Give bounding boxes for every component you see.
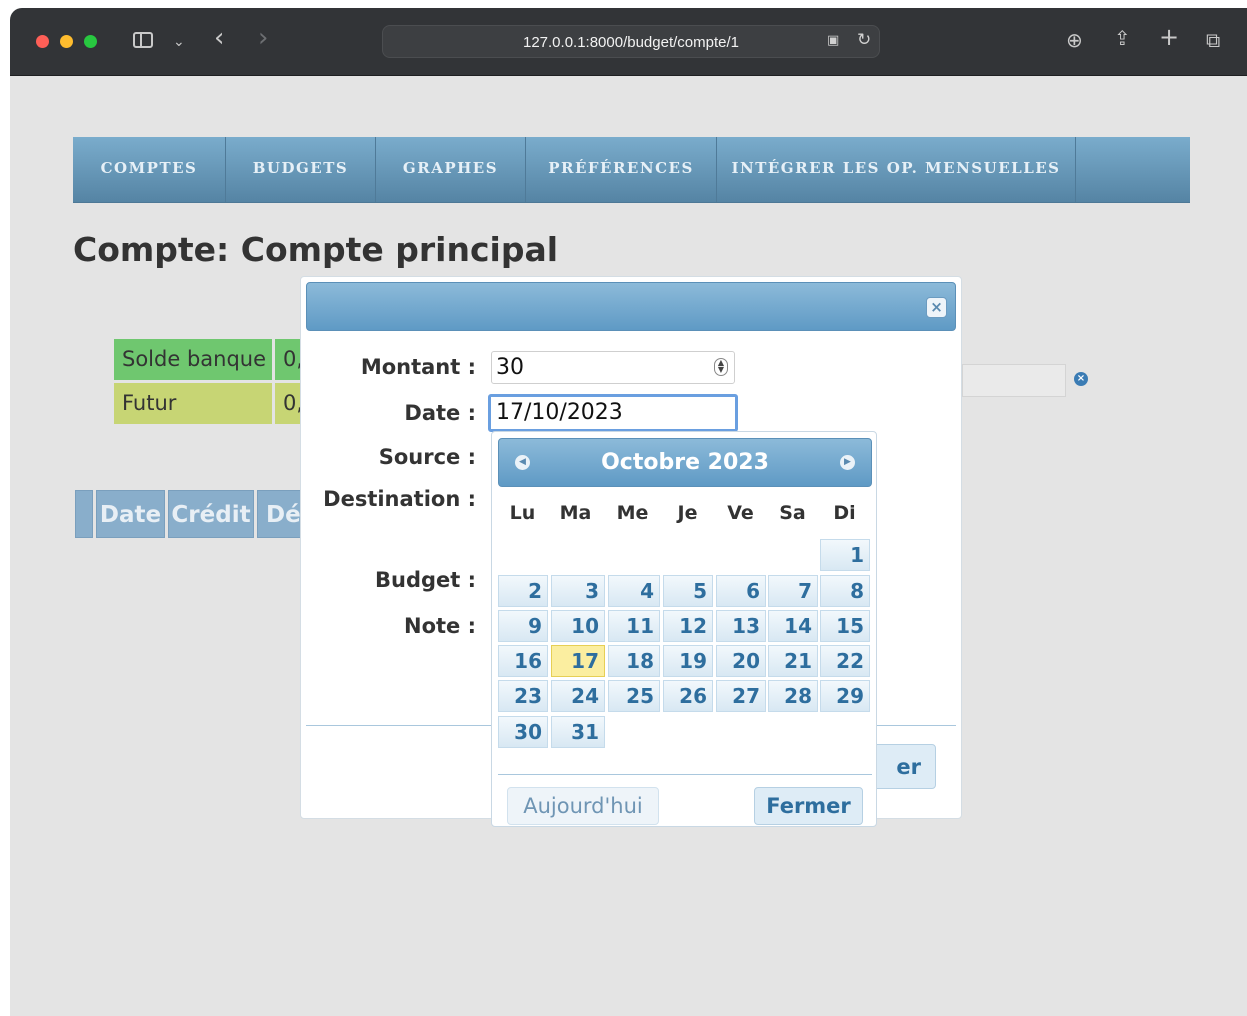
weekday-label: Me — [616, 502, 649, 524]
browser-window: ⌄ ‹ › 127.0.0.1:8000/budget/compte/1 ▣ ↻… — [10, 8, 1247, 1016]
weekday-label: Di — [833, 502, 856, 524]
address-bar[interactable]: 127.0.0.1:8000/budget/compte/1 ▣ ↻ — [382, 25, 880, 58]
source-label: Source : — [378, 445, 476, 469]
main-nav: COMPTES BUDGETS GRAPHES PRÉFÉRENCES INTÉ… — [73, 137, 1190, 203]
weekday-label: Sa — [779, 502, 806, 524]
datepicker-divider — [498, 774, 872, 775]
calendar-day[interactable]: 10 — [551, 610, 605, 642]
weekday-label: Ve — [727, 502, 754, 524]
zoom-window-button[interactable] — [84, 35, 97, 48]
table-header-date[interactable]: Date — [96, 490, 165, 538]
datepicker-month-title: Octobre 2023 — [601, 450, 769, 475]
forward-icon[interactable]: › — [258, 25, 268, 51]
clear-filter-icon[interactable]: × — [1074, 372, 1088, 386]
calendar-day[interactable]: 4 — [608, 575, 660, 607]
filter-input[interactable] — [962, 364, 1066, 397]
calendar-day[interactable]: 8 — [820, 575, 870, 607]
datepicker: ◀ Octobre 2023 ▶ Lu Ma Me Je Ve Sa Di 12345678… — [491, 431, 877, 827]
datepicker-close-button[interactable]: Fermer — [754, 787, 863, 825]
datepicker-day-grid: 1 2 3 4 5 6 7 8 9 10 11 12 13 14 15 16 17 18 19 20 21 22 23 24 2… — [498, 539, 872, 754]
calendar-day[interactable]: 6 — [716, 575, 766, 607]
nav-item-budgets[interactable]: BUDGETS — [226, 137, 376, 202]
back-icon[interactable]: ‹ — [214, 25, 224, 51]
weekday-header-row: Lu Ma Me Je Ve Sa Di — [498, 502, 872, 526]
page-title: Compte: Compte principal — [73, 230, 559, 269]
calendar-day[interactable]: 21 — [768, 645, 818, 677]
montant-label: Montant : — [360, 355, 476, 379]
nav-item-preferences[interactable]: PRÉFÉRENCES — [526, 137, 717, 202]
calendar-day[interactable]: 14 — [768, 610, 818, 642]
date-value: 17/10/2023 — [496, 400, 623, 425]
calendar-day[interactable]: 29 — [820, 680, 870, 712]
calendar-day[interactable]: 27 — [716, 680, 766, 712]
dialog-titlebar[interactable]: × — [306, 282, 956, 331]
chevron-down-icon[interactable]: ⌄ — [173, 32, 185, 52]
calendar-day[interactable]: 24 — [551, 680, 605, 712]
nav-item-comptes[interactable]: COMPTES — [73, 137, 226, 202]
calendar-day[interactable]: 15 — [820, 610, 870, 642]
calendar-day[interactable]: 18 — [608, 645, 660, 677]
url-text: 127.0.0.1:8000/budget/compte/1 — [522, 34, 739, 51]
calendar-day[interactable]: 2 — [498, 575, 548, 607]
calendar-day[interactable]: 5 — [663, 575, 713, 607]
solde-banque-label: Solde banque — [114, 339, 272, 380]
dialog-close-icon[interactable]: × — [926, 297, 947, 318]
calendar-day[interactable]: 28 — [768, 680, 818, 712]
today-button[interactable]: Aujourd'hui — [507, 787, 659, 825]
calendar-day[interactable]: 3 — [551, 575, 605, 607]
datepicker-header: ◀ Octobre 2023 ▶ — [498, 438, 872, 487]
download-icon[interactable]: ⊕ — [1066, 30, 1083, 50]
translate-icon[interactable]: ▣ — [827, 33, 839, 48]
browser-toolbar: ⌄ ‹ › 127.0.0.1:8000/budget/compte/1 ▣ ↻… — [10, 8, 1247, 76]
nav-item-integrer[interactable]: INTÉGRER LES OP. MENSUELLES — [717, 137, 1076, 202]
montant-input[interactable]: 30 ▲ ▼ — [491, 351, 735, 384]
calendar-day[interactable]: 11 — [608, 610, 660, 642]
calendar-day[interactable]: 20 — [716, 645, 766, 677]
calendar-day[interactable]: 1 — [820, 539, 870, 571]
share-icon[interactable]: ⇪ — [1114, 28, 1131, 48]
date-input[interactable]: 17/10/2023 — [488, 394, 738, 432]
reload-icon[interactable]: ↻ — [857, 30, 871, 50]
destination-label: Destination : — [323, 487, 476, 511]
table-header-credit[interactable]: Crédit — [168, 490, 254, 538]
calendar-day[interactable]: 7 — [768, 575, 818, 607]
table-header-select[interactable] — [75, 490, 93, 538]
weekday-label: Ma — [559, 502, 592, 524]
stepper-icon[interactable]: ▲ ▼ — [714, 358, 728, 376]
calendar-day[interactable]: 31 — [551, 716, 605, 748]
calendar-day[interactable]: 30 — [498, 716, 548, 748]
calendar-day[interactable]: 17 — [551, 645, 605, 677]
tab-overview-icon[interactable]: ⧉ — [1206, 30, 1220, 50]
weekday-label: Lu — [509, 502, 536, 524]
calendar-day[interactable]: 12 — [663, 610, 713, 642]
calendar-day[interactable]: 25 — [608, 680, 660, 712]
next-month-icon[interactable]: ▶ — [840, 455, 855, 470]
calendar-day[interactable]: 9 — [498, 610, 548, 642]
futur-label: Futur — [114, 383, 272, 424]
calendar-day[interactable]: 26 — [663, 680, 713, 712]
calendar-day[interactable]: 22 — [820, 645, 870, 677]
new-tab-icon[interactable]: + — [1159, 25, 1179, 49]
sidebar-toggle-icon[interactable] — [133, 32, 153, 48]
minimize-window-button[interactable] — [60, 35, 73, 48]
close-window-button[interactable] — [36, 35, 49, 48]
note-label: Note : — [404, 614, 476, 638]
calendar-day[interactable]: 23 — [498, 680, 548, 712]
budget-label: Budget : — [374, 568, 476, 592]
weekday-label: Je — [677, 502, 698, 524]
date-label: Date : — [404, 401, 476, 425]
calendar-day[interactable]: 19 — [663, 645, 713, 677]
nav-item-graphes[interactable]: GRAPHES — [376, 137, 526, 202]
calendar-day[interactable]: 16 — [498, 645, 548, 677]
calendar-day[interactable]: 13 — [716, 610, 766, 642]
montant-value: 30 — [496, 355, 524, 380]
